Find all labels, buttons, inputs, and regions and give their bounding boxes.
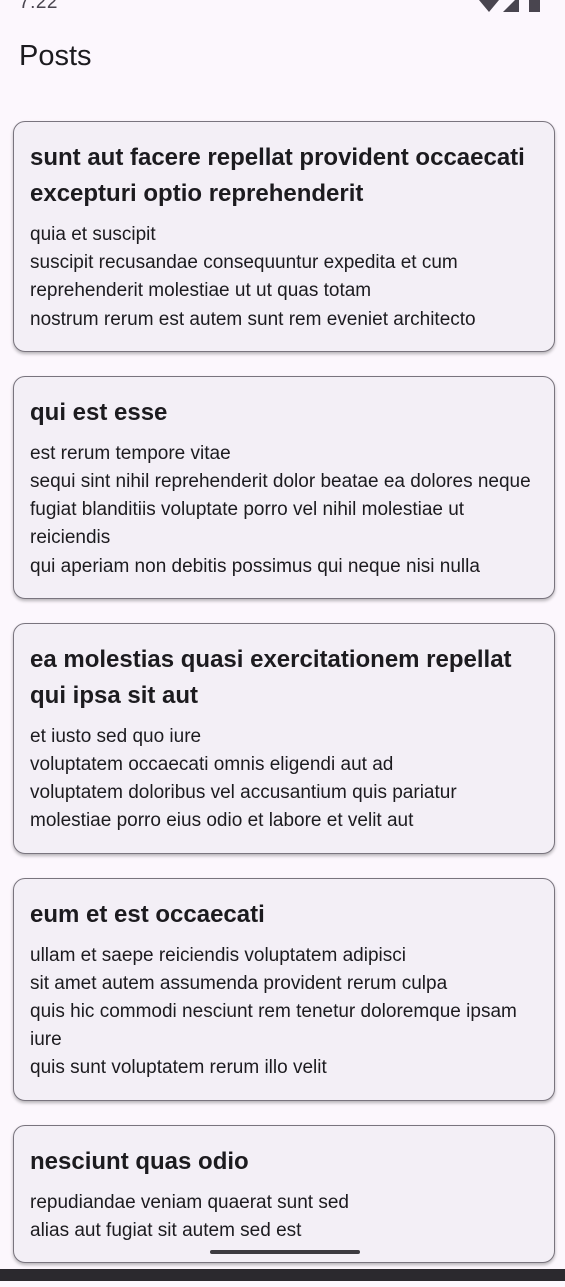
post-card[interactable]: sunt aut facere repellat provident occae… (13, 121, 555, 352)
system-nav-bar (0, 1269, 565, 1281)
post-body: est rerum tempore vitae sequi sint nihil… (30, 442, 531, 577)
wifi-icon (479, 0, 499, 12)
post-body: ullam et saepe reiciendis voluptatem adi… (30, 944, 517, 1079)
post-title: ea molestias quasi exercitationem repell… (30, 645, 512, 709)
post-body: quia et suscipit suscipit recusandae con… (30, 224, 476, 330)
status-icons (479, 0, 540, 12)
signal-icon (503, 0, 519, 12)
page-title: Posts (19, 40, 92, 72)
gesture-handle[interactable] (210, 1250, 360, 1254)
post-body: et iusto sed quo iure voluptatem occaeca… (30, 725, 457, 832)
post-card[interactable]: ea molestias quasi exercitationem repell… (13, 622, 555, 854)
status-time: 7:22 (19, 0, 58, 13)
post-card[interactable]: qui est esse est rerum tempore vitae seq… (13, 375, 555, 599)
post-title: qui est esse (30, 398, 168, 426)
post-card[interactable]: eum et est occaecati ullam et saepe reic… (13, 877, 555, 1101)
post-body: repudiandae veniam quaerat sunt sed alia… (30, 1191, 350, 1241)
post-list[interactable]: sunt aut facere repellat provident occae… (13, 121, 555, 1287)
post-title: eum et est occaecati (30, 900, 265, 928)
battery-icon (529, 0, 540, 12)
status-bar: 7:22 (0, 0, 565, 18)
post-card[interactable]: nesciunt quas odio repudiandae veniam qu… (13, 1124, 555, 1264)
post-title: nesciunt quas odio (30, 1147, 249, 1175)
post-title: sunt aut facere repellat provident occae… (30, 144, 525, 207)
